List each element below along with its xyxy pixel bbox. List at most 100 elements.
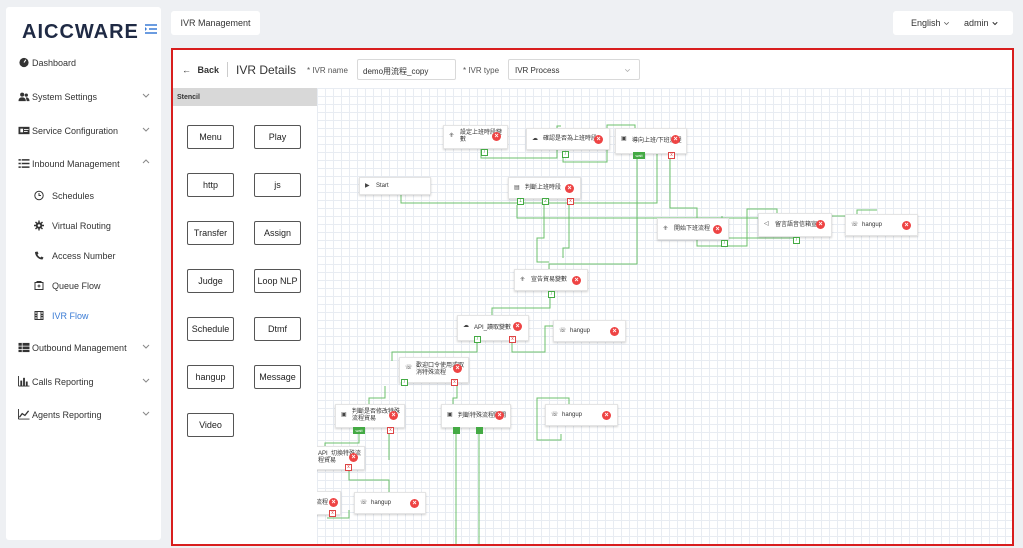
port-true[interactable]: /: [474, 336, 481, 343]
sidebar-item-label: IVR Flow: [52, 311, 89, 321]
sidebar-item-schedules[interactable]: Schedules: [6, 181, 161, 211]
back-button[interactable]: ← Back: [182, 65, 219, 75]
sidebar-item-label: Inbound Management: [32, 159, 120, 169]
flow-node-start-off-hours[interactable]: ⁜ 開始下班流程 ×: [657, 218, 729, 240]
stencil-transfer[interactable]: Transfer: [187, 221, 234, 245]
delete-node-icon[interactable]: ×: [602, 411, 611, 420]
node-label: 流程: [317, 499, 329, 506]
flow-node-api-read-variables[interactable]: ☁ API_讀取變數 ×: [457, 315, 529, 341]
sidebar-item-queue-flow[interactable]: Queue Flow: [6, 271, 161, 301]
sidebar-item-access-number[interactable]: Access Number: [6, 241, 161, 271]
sidebar-item-outbound-management[interactable]: Outbound Management: [6, 333, 161, 363]
sidebar-item-system-settings[interactable]: System Settings: [6, 82, 161, 112]
port-wait[interactable]: wait: [633, 152, 645, 159]
delete-node-icon[interactable]: ×: [349, 453, 358, 462]
sidebar-item-calls-reporting[interactable]: Calls Reporting: [6, 367, 161, 397]
delete-node-icon[interactable]: ×: [572, 276, 581, 285]
delete-node-icon[interactable]: ×: [610, 327, 619, 336]
port-true[interactable]: /: [401, 379, 408, 386]
port-false[interactable]: x: [567, 198, 574, 205]
delete-node-icon[interactable]: ×: [492, 132, 501, 141]
port-2[interactable]: [476, 427, 483, 434]
flow-node-voicemail-announce[interactable]: ◁ 留言語音信箱宣告 ×: [758, 213, 832, 237]
port-false[interactable]: x: [345, 464, 352, 471]
port-1[interactable]: [453, 427, 460, 434]
port-false[interactable]: x: [451, 379, 458, 386]
stencil-judge[interactable]: Judge: [187, 269, 234, 293]
flow-node-hangup-3[interactable]: ☏ hangup ×: [545, 404, 618, 426]
delete-node-icon[interactable]: ×: [902, 221, 911, 230]
chevron-down-icon: [992, 21, 998, 26]
port-true[interactable]: /: [793, 237, 800, 244]
cloud-icon: ☁: [463, 323, 469, 329]
menu-collapse-icon[interactable]: [145, 24, 157, 34]
sidebar-item-ivr-flow[interactable]: IVR Flow: [6, 301, 161, 331]
sidebar-item-inbound-management[interactable]: Inbound Management: [6, 149, 161, 179]
stencil-http[interactable]: http: [187, 173, 234, 197]
port-false[interactable]: x: [668, 152, 675, 159]
port-true[interactable]: /: [562, 151, 569, 158]
port-true[interactable]: /: [721, 240, 728, 247]
port-wait[interactable]: wait: [353, 427, 365, 434]
ivr-header: ← Back IVR Details * IVR name demo用流程_co…: [173, 50, 1012, 88]
hangup-phone-icon: ☏: [360, 500, 368, 506]
sidebar-item-agents-reporting[interactable]: Agents Reporting: [6, 400, 161, 430]
tab-ivr-management[interactable]: IVR Management: [171, 11, 260, 35]
flow-node-welcome-special-flow[interactable]: ☏ 歡迎口令使用或取消特殊流程 ×: [399, 357, 469, 383]
sidebar-item-service-configuration[interactable]: Service Configuration: [6, 116, 161, 146]
port-2[interactable]: 2: [542, 198, 549, 205]
flow-node-hangup-4[interactable]: ☏ hangup ×: [354, 492, 426, 514]
delete-node-icon[interactable]: ×: [410, 499, 419, 508]
port-false[interactable]: x: [329, 510, 336, 517]
delete-node-icon[interactable]: ×: [513, 322, 522, 331]
port-false[interactable]: x: [509, 336, 516, 343]
flow-node-hangup-2[interactable]: ☏ hangup ×: [553, 320, 626, 342]
delete-node-icon[interactable]: ×: [671, 135, 680, 144]
port-1[interactable]: 1: [517, 198, 524, 205]
sidebar-item-label: Access Number: [52, 251, 116, 261]
id-card-icon: [18, 126, 30, 135]
stencil-message[interactable]: Message: [254, 365, 301, 389]
flow-node-route-work-hours[interactable]: ▣ 導向上班/下班流程 ×: [615, 128, 687, 154]
stencil-play[interactable]: Play: [254, 125, 301, 149]
flow-node-check-work-hours[interactable]: ☁ 確認是否為上班時段 ×: [526, 128, 610, 150]
flow-node-api-switch-special[interactable]: API_切換特殊流程貿易 ×: [317, 446, 365, 470]
user-menu[interactable]: admin: [964, 18, 999, 28]
port-true[interactable]: /: [481, 149, 488, 156]
node-label: 宣告貿易變數: [531, 276, 568, 283]
stencil-dtmf[interactable]: Dtmf: [254, 317, 301, 341]
stencil-schedule[interactable]: Schedule: [187, 317, 234, 341]
delete-node-icon[interactable]: ×: [594, 135, 603, 144]
sidebar-item-virtual-routing[interactable]: Virtual Routing: [6, 211, 161, 241]
delete-node-icon[interactable]: ×: [329, 498, 338, 507]
flow-node-judge-special-switch[interactable]: ▣ 判斷特殊流程開關 ×: [441, 404, 511, 428]
stencil-hangup[interactable]: hangup: [187, 365, 234, 389]
language-select[interactable]: English: [911, 18, 950, 28]
delete-node-icon[interactable]: ×: [453, 364, 462, 373]
flow-node-declare-variables[interactable]: ⁜ 宣告貿易變數 ×: [514, 269, 588, 291]
sidebar-item-label: Schedules: [52, 191, 95, 201]
ivr-type-select[interactable]: IVR Process: [508, 59, 640, 80]
ivr-name-input[interactable]: demo用流程_copy: [357, 59, 456, 80]
flow-node-modify-special-flow[interactable]: ▣ 判斷是否修改特殊流程貿易 ×: [335, 404, 405, 428]
flow-canvas[interactable]: ⁜ 設定上班時段變數 × / ☁ 確認是否為上班時段 × / ▣ 導向上班/下班流程 × w…: [317, 88, 1012, 544]
stencil-js[interactable]: js: [254, 173, 301, 197]
stencil-menu[interactable]: Menu: [187, 125, 234, 149]
delete-node-icon[interactable]: ×: [713, 225, 722, 234]
port-false[interactable]: x: [387, 427, 394, 434]
flow-node-judge-work-hours[interactable]: ▤ 判斷上班時段 ×: [508, 177, 581, 199]
sidebar-item-dashboard[interactable]: Dashboard: [6, 48, 161, 78]
delete-node-icon[interactable]: ×: [565, 184, 574, 193]
users-icon: [18, 92, 30, 102]
judge-icon: ▤: [514, 185, 520, 191]
delete-node-icon[interactable]: ×: [816, 220, 825, 229]
stencil-assign[interactable]: Assign: [254, 221, 301, 245]
port-true[interactable]: /: [548, 291, 555, 298]
delete-node-icon[interactable]: ×: [495, 411, 504, 420]
flow-node-start[interactable]: ▶ Start: [359, 177, 431, 195]
stencil-loop-nlp[interactable]: Loop NLP: [254, 269, 301, 293]
delete-node-icon[interactable]: ×: [389, 411, 398, 420]
flow-node-set-work-hours[interactable]: ⁜ 設定上班時段變數 ×: [443, 125, 508, 149]
stencil-video[interactable]: Video: [187, 413, 234, 437]
flow-node-hangup-1[interactable]: ☏ hangup ×: [845, 214, 918, 236]
